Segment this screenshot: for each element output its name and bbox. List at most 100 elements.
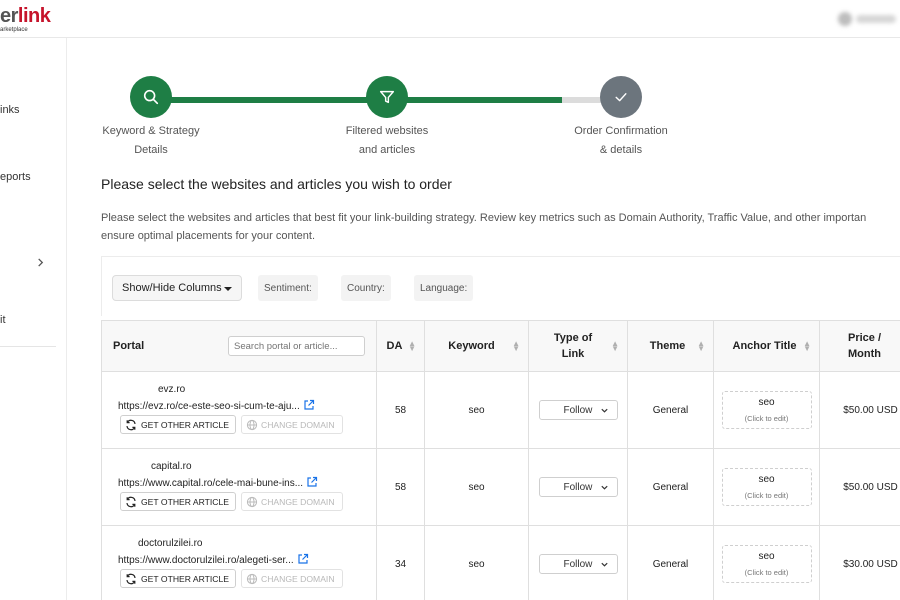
language-filter[interactable]: Language: — [414, 275, 474, 301]
link-type-cell: Follow — [528, 448, 628, 526]
user-menu[interactable] — [830, 10, 900, 28]
da-cell: 34 — [376, 525, 425, 600]
sidebar-item-edit[interactable]: it — [0, 314, 6, 326]
refresh-icon — [126, 496, 136, 507]
step-1-circle[interactable] — [130, 76, 172, 118]
change-domain-label: CHANGE DOMAIN — [261, 496, 335, 507]
price-cell: $30.00 USD — [819, 525, 900, 600]
brand-logo[interactable]: erlink arketplace — [0, 6, 51, 33]
article-url-text: https://www.capital.ro/cele-mai-bune-ins… — [118, 478, 304, 489]
anchor-title-editable[interactable]: seo (Click to edit) — [721, 545, 812, 583]
country-filter[interactable]: Country: — [341, 275, 391, 301]
globe-icon — [246, 573, 258, 584]
column-header-da-label: DA — [386, 340, 403, 352]
get-other-article-button[interactable]: GET OTHER ARTICLE — [120, 415, 236, 434]
chevron-right-icon[interactable] — [36, 258, 45, 267]
price-cell: $50.00 USD — [819, 448, 900, 526]
article-url: https://www.doctorulzilei.ro/alegeti-ser… — [118, 553, 309, 566]
anchor-title-editable[interactable]: seo (Click to edit) — [721, 391, 812, 429]
da-cell: 58 — [376, 371, 425, 449]
theme-cell: General — [627, 448, 714, 526]
column-header-type-of-link[interactable]: Type of Link ▲ ▼ — [528, 320, 628, 372]
external-link-icon[interactable] — [297, 553, 309, 565]
external-link-icon[interactable] — [303, 399, 315, 411]
sort-icon[interactable]: ▲ ▼ — [611, 340, 619, 353]
anchor-edit-hint: (Click to edit) — [744, 414, 789, 423]
external-link-icon[interactable] — [306, 476, 318, 488]
theme-cell: General — [627, 371, 714, 449]
filter-icon — [379, 90, 395, 104]
step-1-label-line2: Details — [134, 144, 168, 156]
anchor-edit-hint: (Click to edit) — [744, 568, 789, 577]
step-2-circle[interactable] — [366, 76, 408, 118]
keyword-cell: seo — [424, 448, 529, 526]
page-title: Please select the websites and articles … — [101, 176, 452, 192]
step-3-circle[interactable] — [600, 76, 642, 118]
portal-search-input[interactable] — [228, 336, 365, 356]
step-3-label-line2: & details — [599, 144, 643, 156]
column-header-anchor-label: Anchor Title — [732, 340, 797, 352]
change-domain-button[interactable]: CHANGE DOMAIN — [241, 492, 343, 511]
stepper-track-complete — [387, 97, 562, 103]
portal-cell: evz.ro https://evz.ro/ce-este-seo-si-cum… — [101, 371, 377, 449]
article-url: https://www.capital.ro/cele-mai-bune-ins… — [118, 476, 318, 489]
get-other-article-button[interactable]: GET OTHER ARTICLE — [120, 569, 236, 588]
sentiment-filter[interactable]: Sentiment: — [258, 275, 318, 301]
column-header-theme-label: Theme — [649, 340, 686, 352]
get-other-article-button[interactable]: GET OTHER ARTICLE — [120, 492, 236, 511]
anchor-title-value: seo — [758, 474, 775, 485]
sidebar: inks eports it — [0, 38, 67, 600]
table-header-row: Portal DA▲▼ Keyword▲▼ Type ofLink▲▼ Them… — [101, 320, 900, 372]
column-header-keyword-label: Keyword — [448, 340, 495, 352]
articles-table: Portal DA▲▼ Keyword▲▼ Type ofLink▲▼ Them… — [101, 320, 900, 600]
price-cell: $50.00 USD — [819, 371, 900, 449]
link-type-select[interactable]: Follow — [538, 554, 618, 574]
step-3-label-line1: Order Confirmation — [574, 125, 668, 137]
column-header-price-line1: Price / — [847, 332, 882, 344]
step-2-label-line1: Filtered websites — [345, 125, 429, 137]
table-row[interactable]: capital.ro https://www.capital.ro/cele-m… — [101, 448, 900, 526]
da-cell: 58 — [376, 448, 425, 526]
link-type-select[interactable]: Follow — [538, 400, 618, 420]
user-name-blurred — [856, 15, 896, 23]
sort-icon[interactable]: ▲ ▼ — [697, 340, 705, 353]
sidebar-item-reports[interactable]: eports — [0, 171, 31, 183]
link-type-cell: Follow — [528, 371, 628, 449]
column-header-da[interactable]: DA ▲ ▼ — [376, 320, 425, 372]
stepper-track-complete — [151, 97, 387, 103]
refresh-icon — [126, 573, 136, 584]
step-3-label: Order Confirmation & details — [541, 122, 701, 160]
check-icon — [615, 93, 627, 102]
link-type-value: Follow — [563, 558, 593, 570]
column-header-price[interactable]: Price /Month▲▼ — [819, 320, 900, 372]
article-url-text: https://www.doctorulzilei.ro/alegeti-ser… — [118, 555, 294, 566]
column-header-anchor-title[interactable]: Anchor Title ▲ ▼ — [713, 320, 820, 372]
table-row[interactable]: doctorulzilei.ro https://www.doctorulzil… — [101, 525, 900, 600]
search-icon — [143, 89, 159, 105]
show-hide-columns-button[interactable]: Show/Hide Columns — [112, 275, 242, 301]
avatar — [838, 12, 852, 26]
page-description-line2: ensure optimal placements for your conte… — [101, 230, 316, 242]
step-2-label-line2: and articles — [358, 144, 416, 156]
step-1-label-line1: Keyword & Strategy — [102, 125, 200, 137]
site-name: doctorulzilei.ro — [138, 538, 203, 549]
change-domain-button[interactable]: CHANGE DOMAIN — [241, 415, 343, 434]
get-other-article-label: GET OTHER ARTICLE — [141, 419, 230, 430]
column-header-keyword[interactable]: Keyword ▲ ▼ — [424, 320, 529, 372]
theme-cell: General — [627, 525, 714, 600]
sidebar-divider — [0, 346, 56, 347]
step-1-label: Keyword & Strategy Details — [71, 122, 231, 160]
anchor-title-editable[interactable]: seo (Click to edit) — [721, 468, 812, 506]
sidebar-item-links[interactable]: inks — [0, 104, 20, 116]
article-url-text: https://evz.ro/ce-este-seo-si-cum-te-aju… — [118, 401, 300, 412]
anchor-title-value: seo — [758, 551, 775, 562]
link-type-select[interactable]: Follow — [538, 477, 618, 497]
sort-icon[interactable]: ▲ ▼ — [408, 340, 416, 353]
anchor-edit-hint: (Click to edit) — [744, 491, 789, 500]
keyword-cell: seo — [424, 371, 529, 449]
refresh-icon — [126, 419, 136, 430]
change-domain-button[interactable]: CHANGE DOMAIN — [241, 569, 343, 588]
column-header-theme[interactable]: Theme ▲ ▼ — [627, 320, 714, 372]
table-row[interactable]: evz.ro https://evz.ro/ce-este-seo-si-cum… — [101, 371, 900, 449]
show-hide-columns-label: Show/Hide Columns — [122, 282, 222, 294]
